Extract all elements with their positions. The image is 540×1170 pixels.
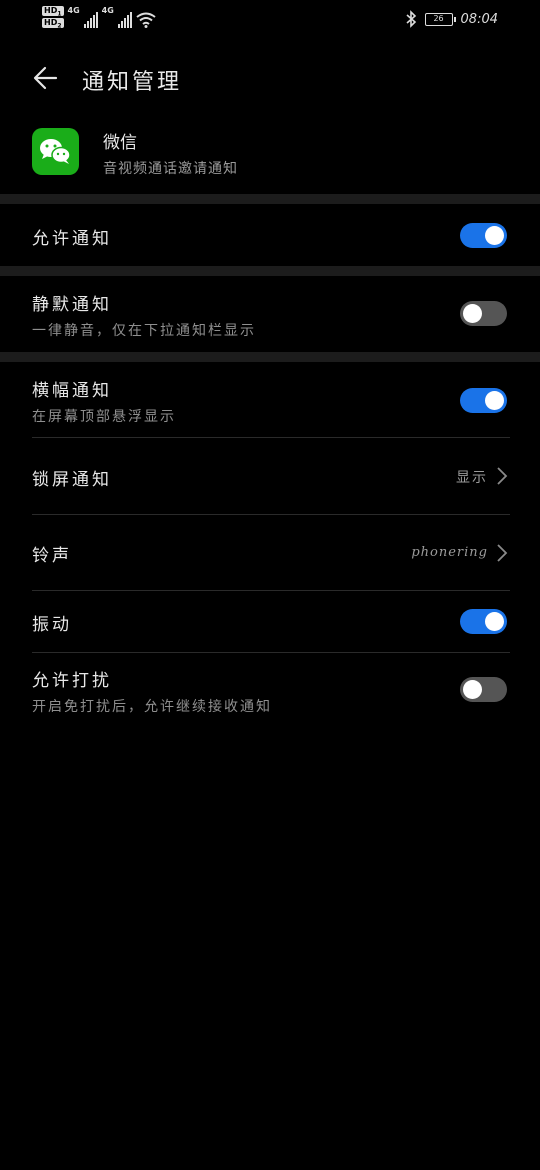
hd-badge-1: HD1 (42, 6, 64, 18)
toggle-knob (463, 680, 482, 699)
allow-notifications-toggle[interactable] (460, 223, 507, 248)
network-type-1: 4G (67, 6, 80, 15)
silent-notifications-row[interactable]: 静默通知 一律静音，仅在下拉通知栏显示 (0, 276, 540, 352)
allow-notifications-row[interactable]: 允许通知 (0, 204, 540, 266)
banner-notifications-row[interactable]: 横幅通知 在屏幕顶部悬浮显示 (0, 362, 540, 438)
status-bar: HD1 HD2 4G 4G 26 08:04 (0, 0, 540, 40)
vibration-label: 振动 (32, 615, 72, 635)
wifi-icon (136, 12, 156, 28)
allow-notifications-label: 允许通知 (32, 229, 112, 249)
vibration-toggle[interactable] (460, 609, 507, 634)
toggle-knob (485, 612, 504, 631)
app-info: 微信 音视频通话邀请通知 (32, 128, 512, 178)
allow-disturb-label: 允许打扰 (32, 671, 112, 691)
status-left: HD1 HD2 4G 4G (42, 6, 156, 30)
section-separator (0, 266, 540, 276)
silent-notifications-label: 静默通知 (32, 295, 112, 315)
battery-icon: 26 (424, 12, 456, 26)
vibration-row[interactable]: 振动 (0, 591, 540, 652)
section-separator (0, 194, 540, 204)
network-type-2: 4G (101, 6, 114, 15)
clock: 08:04 (460, 11, 498, 27)
chevron-right-icon (497, 467, 508, 485)
ringtone-label: 铃声 (32, 546, 72, 566)
battery-level: 26 (433, 13, 444, 23)
notification-settings-screen: HD1 HD2 4G 4G 26 08:04 通知管理 微信 音视频通话邀请通知… (0, 0, 540, 1170)
signal-icon-2 (117, 12, 132, 28)
page-title: 通知管理 (82, 70, 183, 95)
banner-notifications-toggle[interactable] (460, 388, 507, 413)
silent-notifications-description: 一律静音，仅在下拉通知栏显示 (32, 323, 256, 339)
ringtone-value: phonering (411, 545, 488, 560)
toggle-knob (485, 391, 504, 410)
allow-disturb-toggle[interactable] (460, 677, 507, 702)
hd-indicators: HD1 HD2 (42, 6, 64, 30)
chevron-right-icon (497, 544, 508, 562)
wechat-app-icon (32, 128, 79, 175)
arrow-left-icon (33, 66, 58, 90)
lock-screen-notifications-label: 锁屏通知 (32, 470, 112, 490)
allow-disturb-description: 开启免打扰后，允许继续接收通知 (32, 699, 272, 715)
app-name: 微信 (103, 133, 137, 153)
section-separator (0, 352, 540, 362)
silent-notifications-toggle[interactable] (460, 301, 507, 326)
back-button[interactable] (30, 62, 62, 94)
allow-disturb-row[interactable]: 允许打扰 开启免打扰后，允许继续接收通知 (0, 653, 540, 729)
lock-screen-notifications-row[interactable]: 锁屏通知 显示 (0, 438, 540, 514)
toggle-knob (463, 304, 482, 323)
banner-notifications-label: 横幅通知 (32, 381, 112, 401)
ringtone-row[interactable]: 铃声 phonering (0, 515, 540, 591)
status-right: 26 08:04 (405, 10, 498, 28)
signal-icon-1 (83, 12, 98, 28)
notification-channel-name: 音视频通话邀请通知 (103, 161, 238, 177)
lock-screen-notifications-value: 显示 (456, 470, 488, 486)
bluetooth-icon (406, 10, 416, 28)
hd-badge-2: HD2 (42, 18, 64, 30)
toggle-knob (485, 226, 504, 245)
banner-notifications-description: 在屏幕顶部悬浮显示 (32, 409, 176, 425)
app-bar: 通知管理 (0, 56, 540, 100)
